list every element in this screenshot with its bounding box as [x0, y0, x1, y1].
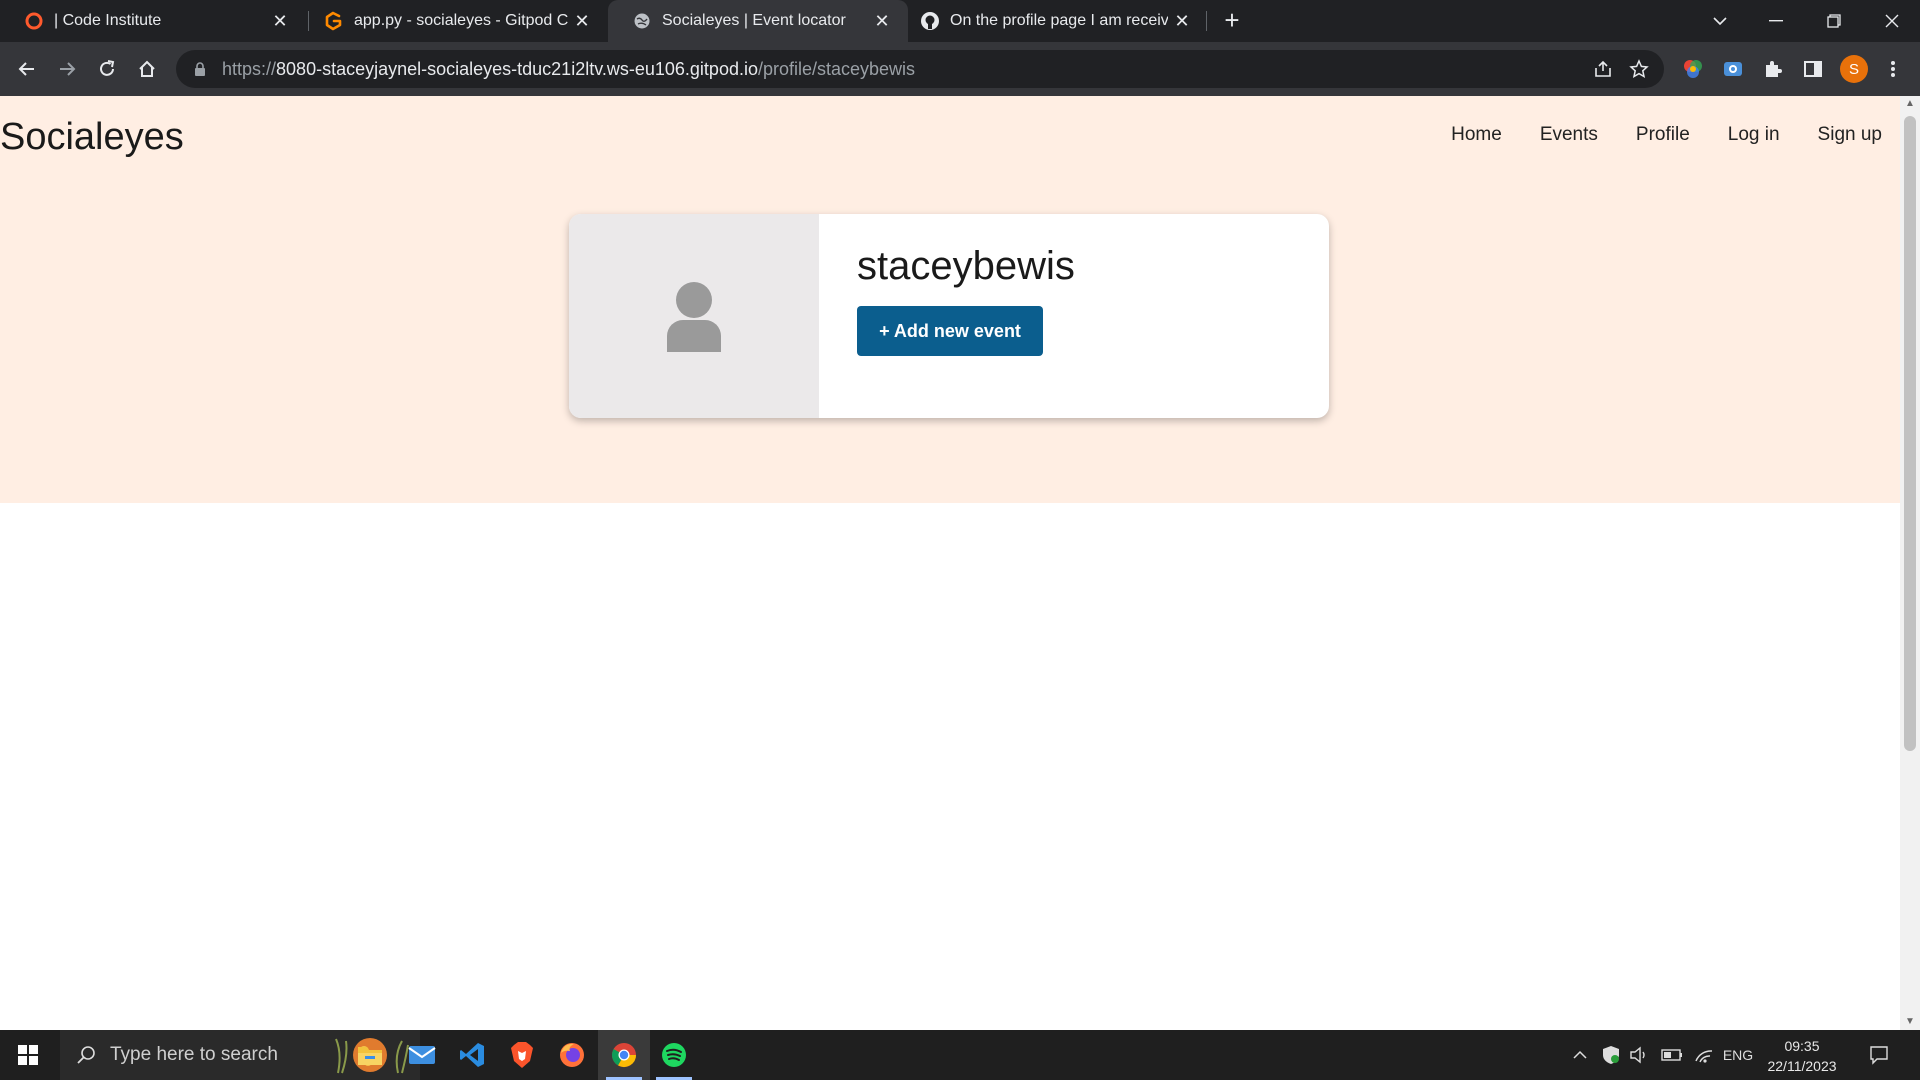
spotify-icon: [662, 1043, 686, 1067]
notification-center-icon[interactable]: [1866, 1043, 1892, 1067]
firefox-icon: [560, 1043, 584, 1067]
nav-signup-link[interactable]: Sign up: [1818, 124, 1882, 146]
mail-icon: [408, 1046, 436, 1064]
tab-title: Socialeyes | Event locator: [662, 12, 846, 29]
tab-search-button[interactable]: [1692, 0, 1748, 42]
page-viewport: Socialeyes Home Events Profile Log in Si…: [0, 96, 1900, 1030]
clock-date: 22/11/2023: [1767, 1058, 1837, 1074]
reload-button[interactable]: [90, 52, 124, 86]
address-bar[interactable]: https://8080-staceyjaynel-socialeyes-tdu…: [176, 50, 1664, 88]
nav-home-link[interactable]: Home: [1451, 124, 1502, 146]
taskbar-mail[interactable]: [396, 1030, 448, 1080]
lock-icon[interactable]: [190, 62, 210, 76]
color-picker-extension-icon[interactable]: [1680, 56, 1706, 82]
tab-title: | Code Institute: [54, 12, 162, 29]
tab-github[interactable]: On the profile page I am receivin ✕: [908, 0, 1208, 42]
site-brand-logo[interactable]: Socialeyes: [0, 116, 184, 159]
tab-socialeyes[interactable]: Socialeyes | Event locator ✕: [608, 0, 908, 42]
gitpod-icon: [324, 11, 344, 31]
tab-title: app.py - socialeyes - Gitpod Cod: [354, 12, 568, 29]
battery-icon[interactable]: [1660, 1043, 1684, 1067]
show-hidden-icons-chevron-up-icon[interactable]: [1570, 1043, 1590, 1067]
clock-time: 09:35: [1784, 1038, 1820, 1054]
back-button[interactable]: [10, 52, 44, 86]
globe-icon: [632, 11, 652, 31]
browser-toolbar: https://8080-staceyjaynel-socialeyes-tdu…: [0, 42, 1920, 96]
taskbar-file-explorer[interactable]: [344, 1030, 396, 1080]
windows-security-shield-icon[interactable]: [1600, 1043, 1622, 1067]
site-nav: Home Events Profile Log in Sign up: [1451, 124, 1882, 146]
taskbar-spotify[interactable]: [648, 1030, 700, 1080]
restore-button[interactable]: [1806, 0, 1862, 42]
home-button[interactable]: [130, 52, 164, 86]
scroll-up-arrow-icon[interactable]: ▲: [1900, 96, 1920, 112]
close-icon[interactable]: ✕: [568, 7, 596, 35]
vscode-icon: [460, 1043, 484, 1067]
tab-divider: [1206, 11, 1207, 31]
taskbar-chrome[interactable]: [598, 1030, 650, 1080]
wifi-network-icon[interactable]: [1692, 1043, 1716, 1067]
forward-button[interactable]: [50, 52, 84, 86]
extensions-puzzle-icon[interactable]: [1760, 56, 1786, 82]
tab-code-institute[interactable]: | Code Institute ✕: [0, 0, 306, 42]
nav-profile-link[interactable]: Profile: [1636, 124, 1690, 146]
brave-icon: [511, 1042, 533, 1068]
windows-taskbar: Type here to search ENG 09:35 22/11/2023: [0, 1030, 1920, 1080]
window-close-button[interactable]: [1864, 0, 1920, 42]
windows-start-button[interactable]: [0, 1030, 56, 1080]
add-new-event-button[interactable]: + Add new event: [857, 306, 1043, 356]
bookmark-star-icon[interactable]: [1624, 54, 1654, 84]
system-clock[interactable]: 09:35 22/11/2023: [1764, 1036, 1840, 1076]
tab-gitpod[interactable]: app.py - socialeyes - Gitpod Cod ✕: [308, 0, 608, 42]
volume-speaker-icon[interactable]: [1628, 1043, 1650, 1067]
taskbar-vscode[interactable]: [446, 1030, 498, 1080]
url-path: /profile/staceybewis: [757, 58, 916, 79]
share-icon[interactable]: [1588, 54, 1618, 84]
search-placeholder: Type here to search: [110, 1044, 278, 1065]
minimize-button[interactable]: [1748, 0, 1804, 42]
search-icon: [76, 1045, 96, 1065]
file-explorer-icon: [358, 1047, 382, 1065]
profile-card: staceybewis + Add new event: [569, 214, 1329, 418]
browser-profile-avatar[interactable]: S: [1840, 55, 1868, 83]
url-prefix: https://: [222, 58, 277, 79]
nav-events-link[interactable]: Events: [1540, 124, 1598, 146]
screenshot-extension-icon[interactable]: [1720, 56, 1746, 82]
input-language-indicator[interactable]: ENG: [1720, 1043, 1756, 1067]
scrollbar-thumb[interactable]: [1904, 116, 1916, 751]
nav-login-link[interactable]: Log in: [1728, 124, 1780, 146]
chrome-menu-icon[interactable]: [1880, 56, 1906, 82]
url-host: 8080-staceyjaynel-socialeyes-tduc21i2ltv…: [276, 58, 758, 79]
profile-hero-section: Socialeyes Home Events Profile Log in Si…: [0, 96, 1900, 503]
profile-username: staceybewis: [857, 244, 1075, 288]
new-tab-button[interactable]: +: [1218, 7, 1246, 35]
chrome-icon: [611, 1043, 636, 1068]
tab-title: On the profile page I am receivin: [950, 12, 1168, 29]
taskbar-brave[interactable]: [496, 1030, 548, 1080]
url-text: https://8080-staceyjaynel-socialeyes-tdu…: [222, 59, 915, 80]
windows-logo-icon: [18, 1045, 38, 1065]
browser-tab-strip: | Code Institute ✕ app.py - socialeyes -…: [0, 0, 1920, 42]
code-institute-icon: [24, 11, 44, 31]
side-panel-icon[interactable]: [1800, 56, 1826, 82]
page-scrollbar[interactable]: ▲ ▼: [1900, 96, 1920, 1030]
close-icon[interactable]: ✕: [868, 7, 896, 35]
github-icon: [920, 11, 940, 31]
scroll-down-arrow-icon[interactable]: ▼: [1900, 1014, 1920, 1030]
user-avatar-icon: [667, 282, 721, 352]
close-icon[interactable]: ✕: [266, 7, 294, 35]
close-icon[interactable]: ✕: [1168, 7, 1196, 35]
taskbar-firefox[interactable]: [546, 1030, 598, 1080]
profile-image-placeholder: [569, 214, 819, 418]
